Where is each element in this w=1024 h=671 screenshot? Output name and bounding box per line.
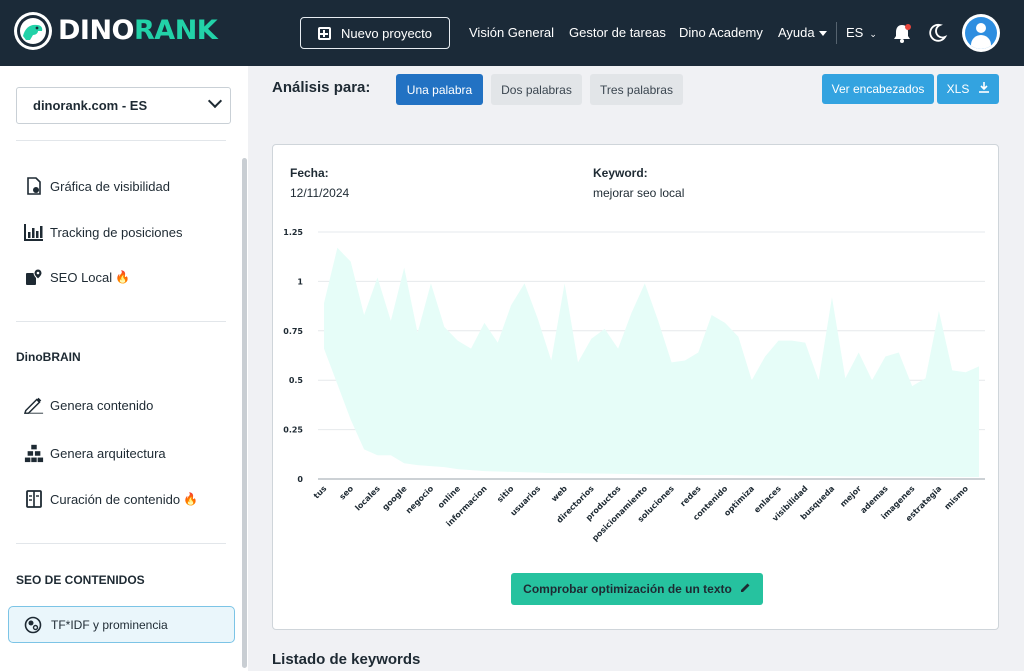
nav-divider: [836, 22, 837, 44]
fire-icon: 🔥: [183, 492, 199, 506]
new-project-label: Nuevo proyecto: [340, 25, 433, 41]
tab-tres-palabras[interactable]: Tres palabras: [590, 74, 683, 105]
sidebar: dinorank.com - ES Gráfica de visibilidad…: [0, 66, 248, 671]
chart-area-series: [324, 247, 979, 478]
user-avatar-icon[interactable]: [962, 14, 1000, 52]
x-tick-label: redes: [678, 484, 702, 508]
caret-down-icon: [818, 31, 827, 37]
visibility-chart-icon: [24, 176, 44, 196]
add-square-icon: [317, 26, 331, 40]
sidebar-heading-dinobrain: DinoBRAIN: [16, 350, 81, 364]
chevron-down-icon: [207, 93, 223, 109]
sidebar-item-curacion-contenido[interactable]: Curación de contenido 🔥: [24, 489, 198, 509]
sidebar-item-grafica-visibilidad[interactable]: Gráfica de visibilidad: [24, 176, 170, 196]
sidebar-divider: [16, 140, 226, 141]
site-selector[interactable]: dinorank.com - ES: [16, 87, 231, 124]
bar-chart-icon: [24, 222, 44, 242]
x-tick-label: mejor: [838, 484, 863, 509]
x-tick-label: locales: [353, 484, 382, 513]
tab-dos-palabras[interactable]: Dos palabras: [491, 74, 582, 105]
bell-icon[interactable]: [891, 22, 913, 44]
sidebar-item-label: Curación de contenido: [50, 491, 181, 507]
sidebar-divider: [16, 321, 226, 322]
sidebar-item-genera-arquitectura[interactable]: Genera arquitectura: [24, 443, 166, 463]
book-icon: [24, 489, 44, 509]
analysis-card: Fecha: 12/11/2024 Keyword: mejorar seo l…: [272, 144, 999, 630]
pen-icon: [24, 395, 44, 415]
sidebar-item-seo-local[interactable]: SEO Local 🔥: [24, 267, 130, 287]
x-tick-label: tus: [312, 484, 329, 501]
x-tick-label: negocio: [404, 484, 436, 516]
download-icon: [979, 82, 990, 96]
dinorank-logo[interactable]: DINORANK: [14, 12, 218, 50]
sidebar-item-label: SEO Local: [50, 269, 113, 285]
keywords-list-title: Listado de keywords: [272, 651, 421, 668]
sidebar-item-label: Genera arquitectura: [50, 445, 166, 461]
nav-ayuda-label: Ayuda: [778, 25, 815, 40]
tfidf-area-chart: 00.250.50.7511.25tus seolocalesgooglenego…: [283, 228, 985, 543]
language-label: ES: [846, 25, 864, 40]
nav-vision-general[interactable]: Visión General: [469, 0, 554, 66]
sidebar-item-label: Genera contenido: [50, 397, 154, 413]
sidebar-scrollbar[interactable]: [242, 158, 247, 668]
sidebar-item-genera-contenido[interactable]: Genera contenido: [24, 395, 153, 415]
moon-icon[interactable]: [926, 22, 948, 44]
sidebar-divider: [16, 543, 226, 544]
x-tick-label: web: [550, 484, 570, 504]
brand-name: DINORANK: [58, 15, 218, 46]
sidebar-item-label: Tracking de posiciones: [50, 224, 183, 240]
pencil-icon: [740, 582, 751, 596]
map-pin-icon: [24, 267, 44, 287]
sidebar-item-label: Gráfica de visibilidad: [50, 178, 170, 194]
check-button-label: Comprobar optimización de un texto: [523, 582, 732, 596]
y-tick-label: 0.75: [283, 327, 303, 336]
sidebar-item-tfidf[interactable]: TF*IDF y prominencia: [8, 606, 235, 643]
xls-download-button[interactable]: XLS: [937, 74, 999, 104]
top-navbar: DINORANK Nuevo proyecto Visión General G…: [0, 0, 1024, 66]
dino-logo-icon: [14, 12, 52, 50]
check-text-optimization-button[interactable]: Comprobar optimización de un texto: [511, 573, 763, 605]
y-tick-label: 0.25: [283, 426, 303, 435]
y-tick-label: 1: [297, 277, 303, 286]
tfidf-icon: [23, 615, 43, 635]
language-selector[interactable]: ES ⌄: [846, 0, 877, 66]
nav-ayuda[interactable]: Ayuda: [778, 0, 827, 66]
new-project-button[interactable]: Nuevo proyecto: [300, 17, 450, 49]
chevron-down-icon: ⌄: [869, 28, 877, 39]
tab-una-palabra[interactable]: Una palabra: [396, 74, 483, 105]
x-tick-label: mismo: [943, 484, 971, 512]
fire-icon: 🔥: [115, 270, 131, 284]
x-tick-label: seo: [338, 484, 356, 502]
ver-encabezados-button[interactable]: Ver encabezados: [822, 74, 934, 104]
site-selector-label: dinorank.com - ES: [33, 98, 148, 113]
sitemap-icon: [24, 443, 44, 463]
analysis-label: Análisis para:: [272, 79, 371, 96]
nav-dino-academy[interactable]: Dino Academy: [679, 0, 763, 66]
sidebar-heading-seo-contenidos: SEO DE CONTENIDOS: [16, 573, 145, 587]
nav-gestor-tareas[interactable]: Gestor de tareas: [569, 0, 666, 66]
sidebar-item-label: TF*IDF y prominencia: [51, 617, 168, 632]
y-tick-label: 0: [297, 475, 303, 484]
y-tick-label: 1.25: [283, 228, 303, 237]
sidebar-item-tracking-posiciones[interactable]: Tracking de posiciones: [24, 222, 182, 242]
x-tick-label: online: [436, 484, 462, 510]
y-tick-label: 0.5: [289, 376, 304, 385]
xls-label: XLS: [946, 82, 970, 96]
x-tick-label: sitio: [495, 484, 516, 505]
